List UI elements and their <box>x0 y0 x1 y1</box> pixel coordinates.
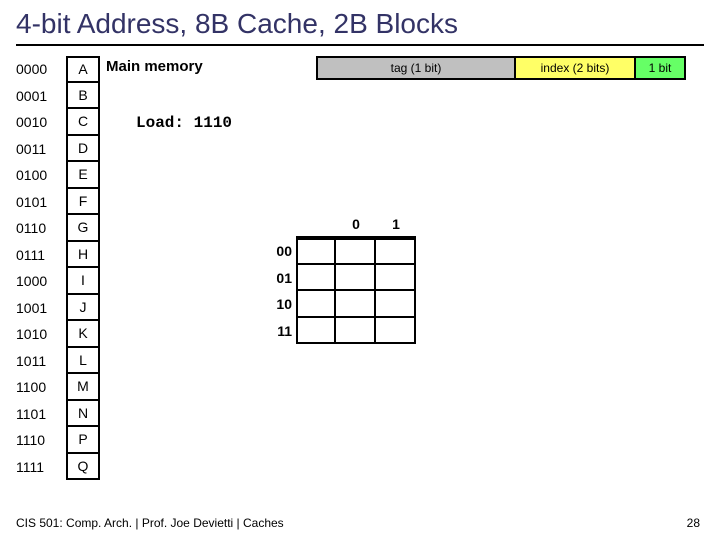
page-number: 28 <box>687 516 700 530</box>
cache-row: 00 <box>266 238 416 265</box>
memory-row: 1111Q <box>16 454 100 481</box>
cache-cell <box>376 238 416 265</box>
index-segment: index (2 bits) <box>516 56 636 80</box>
cache-cell <box>296 318 336 345</box>
cache-tag-header <box>296 216 336 238</box>
cache-index: 01 <box>266 265 296 292</box>
memory-addr: 1000 <box>16 273 62 289</box>
memory-val: C <box>66 109 100 136</box>
cache-cell <box>376 265 416 292</box>
memory-row: 1011L <box>16 348 100 375</box>
memory-row: 0000A <box>16 56 100 83</box>
memory-row: 0001B <box>16 83 100 110</box>
memory-row: 0011D <box>16 136 100 163</box>
cache-row: 10 <box>266 291 416 318</box>
memory-val: A <box>66 56 100 83</box>
memory-val: E <box>66 162 100 189</box>
memory-val: M <box>66 374 100 401</box>
memory-row: 0101F <box>16 189 100 216</box>
slide-footer: CIS 501: Comp. Arch. | Prof. Joe Deviett… <box>16 516 284 530</box>
memory-val: G <box>66 215 100 242</box>
memory-row: 0010C <box>16 109 100 136</box>
memory-val: K <box>66 321 100 348</box>
slide-content: Main memory Load: 1110 tag (1 bit) index… <box>16 56 704 496</box>
memory-row: 1100M <box>16 374 100 401</box>
memory-val: J <box>66 295 100 322</box>
memory-addr: 1111 <box>16 459 62 475</box>
memory-addr: 0010 <box>16 114 62 130</box>
memory-val: P <box>66 427 100 454</box>
memory-addr: 1011 <box>16 353 62 369</box>
memory-addr: 1100 <box>16 379 62 395</box>
slide-title: 4-bit Address, 8B Cache, 2B Blocks <box>16 8 704 46</box>
cache-cell <box>336 238 376 265</box>
memory-val: F <box>66 189 100 216</box>
main-memory-table: 0000A 0001B 0010C 0011D 0100E 0101F 0110… <box>16 56 100 480</box>
memory-addr: 0011 <box>16 141 62 157</box>
memory-addr: 1110 <box>16 432 62 448</box>
cache-cell <box>376 291 416 318</box>
cache-col-1: 1 <box>376 216 416 238</box>
load-instruction: Load: 1110 <box>136 114 232 132</box>
memory-addr: 0000 <box>16 61 62 77</box>
cache-index: 10 <box>266 291 296 318</box>
memory-row: 0100E <box>16 162 100 189</box>
cache-index: 00 <box>266 238 296 265</box>
memory-val: H <box>66 242 100 269</box>
memory-addr: 0110 <box>16 220 62 236</box>
cache-cell <box>336 265 376 292</box>
cache-row: 11 <box>266 318 416 345</box>
memory-row: 0110G <box>16 215 100 242</box>
memory-val: L <box>66 348 100 375</box>
offset-segment: 1 bit <box>636 56 686 80</box>
memory-addr: 0100 <box>16 167 62 183</box>
tag-segment: tag (1 bit) <box>316 56 516 80</box>
cache-cell <box>336 291 376 318</box>
memory-row: 1110P <box>16 427 100 454</box>
memory-addr: 1001 <box>16 300 62 316</box>
cache-col-0: 0 <box>336 216 376 238</box>
cache-cell <box>296 291 336 318</box>
memory-addr: 0111 <box>16 247 62 263</box>
memory-val: I <box>66 268 100 295</box>
memory-addr: 0001 <box>16 88 62 104</box>
cache-row: 01 <box>266 265 416 292</box>
memory-addr: 0101 <box>16 194 62 210</box>
cache-cell <box>376 318 416 345</box>
main-memory-label: Main memory <box>106 58 203 75</box>
address-format-bar: tag (1 bit) index (2 bits) 1 bit <box>316 56 686 80</box>
cache-cell <box>336 318 376 345</box>
memory-addr: 1010 <box>16 326 62 342</box>
memory-addr: 1101 <box>16 406 62 422</box>
memory-val: Q <box>66 454 100 481</box>
cache-index: 11 <box>266 318 296 345</box>
memory-row: 0111H <box>16 242 100 269</box>
memory-row: 1010K <box>16 321 100 348</box>
cache-table: 0 1 00 01 10 11 <box>266 216 416 344</box>
memory-val: N <box>66 401 100 428</box>
memory-val: B <box>66 83 100 110</box>
memory-row: 1101N <box>16 401 100 428</box>
memory-row: 1000I <box>16 268 100 295</box>
cache-cell <box>296 238 336 265</box>
memory-val: D <box>66 136 100 163</box>
cache-cell <box>296 265 336 292</box>
memory-row: 1001J <box>16 295 100 322</box>
